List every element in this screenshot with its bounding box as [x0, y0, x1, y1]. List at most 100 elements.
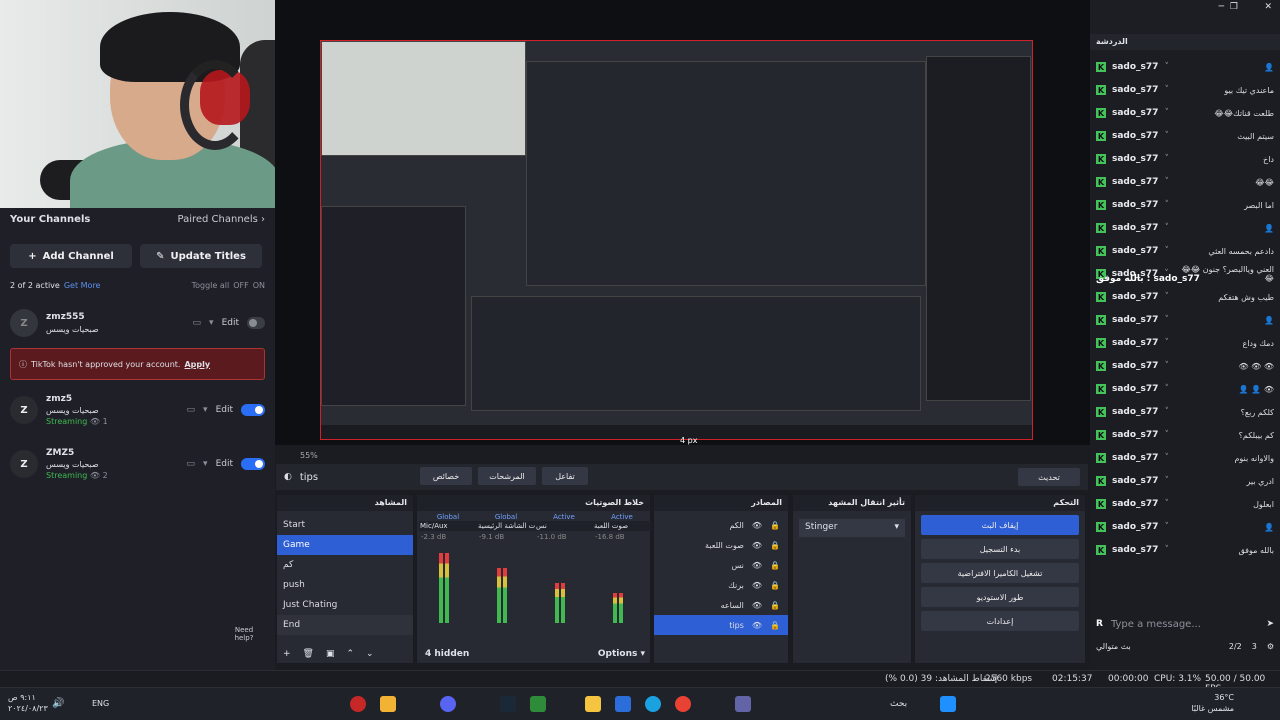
discord-icon[interactable] [440, 696, 456, 712]
toggle-all-on[interactable]: ON [253, 281, 265, 290]
folder-icon[interactable] [585, 696, 601, 712]
chat-username[interactable]: sado_s77 [1112, 292, 1158, 302]
channel-toggle[interactable] [241, 458, 265, 470]
scene-item[interactable]: Game [277, 535, 413, 555]
filters-button[interactable]: المرشحات [478, 467, 536, 485]
controls-dock: التحكم إيقاف البث بدء التسجيل تشغيل الكا… [914, 494, 1086, 664]
toggle-all-label[interactable]: Toggle all [192, 281, 230, 290]
language-indicator[interactable]: ENG [92, 699, 109, 708]
stop-stream-button[interactable]: إيقاف البث [921, 515, 1079, 535]
channel-toggle[interactable] [247, 317, 265, 329]
source-item[interactable]: الكم 👁 🔒 [654, 515, 788, 535]
toggle-all-off[interactable]: OFF [233, 281, 249, 290]
chrome-icon[interactable] [675, 696, 691, 712]
chat-username[interactable]: sado_s77 [1112, 315, 1158, 325]
send-icon[interactable]: ➤ [1266, 619, 1274, 629]
start-recording-button[interactable]: بدء التسجيل [921, 539, 1079, 559]
settings-icon[interactable]: ⚙ [1267, 642, 1274, 651]
hidden-count[interactable]: 4 hidden [425, 649, 469, 659]
restore-button[interactable]: ❐ [1230, 2, 1238, 12]
chat-username[interactable]: sado_s77 [1112, 499, 1158, 509]
add-icon[interactable]: + [283, 649, 291, 659]
teams-icon[interactable] [735, 696, 751, 712]
options-button[interactable]: Options ▾ [598, 649, 645, 659]
chat-input[interactable]: Type a message... [1111, 619, 1201, 630]
channel-toggle[interactable] [241, 404, 265, 416]
add-channel-button[interactable]: + Add Channel [10, 244, 132, 268]
need-help-button[interactable]: Need help? [232, 626, 256, 642]
chat-username[interactable]: sado_s77 [1112, 108, 1158, 118]
search-box[interactable]: بحث [890, 699, 907, 709]
virtual-camera-button[interactable]: تشغيل الكاميرا الافتراضية [921, 563, 1079, 583]
filter-icon[interactable]: ▣ [326, 649, 335, 659]
chat-username[interactable]: sado_s77 [1112, 177, 1158, 187]
edit-button[interactable]: Edit [216, 459, 233, 469]
source-item[interactable]: برنك 👁 🔒 [654, 575, 788, 595]
comment-icon[interactable]: ▭ [187, 459, 196, 469]
minecraft-icon[interactable] [530, 696, 546, 712]
scene-item[interactable]: End [277, 615, 413, 635]
chat-username[interactable]: sado_s77 [1112, 200, 1158, 210]
preview-canvas[interactable] [320, 40, 1033, 440]
source-item[interactable]: نس 👁 🔒 [654, 555, 788, 575]
source-item[interactable]: الساعه 👁 🔒 [654, 595, 788, 615]
edit-button[interactable]: Edit [216, 405, 233, 415]
down-icon[interactable]: ⌄ [366, 649, 374, 659]
eye-icon: 👁 [751, 580, 763, 590]
chat-username[interactable]: sado_s77 [1112, 338, 1158, 348]
chat-username[interactable]: sado_s77 [1112, 154, 1158, 164]
steam-icon[interactable] [500, 696, 516, 712]
chat-username[interactable]: sado_s77 [1112, 476, 1158, 486]
settings-button[interactable]: إعدادات [921, 611, 1079, 631]
emote-icon[interactable]: R [1096, 619, 1103, 629]
chat-username[interactable]: sado_s77 [1112, 430, 1158, 440]
chevron-down-icon[interactable]: ▾ [209, 318, 214, 328]
obs-icon[interactable] [350, 696, 366, 712]
chat-username[interactable]: sado_s77 [1112, 453, 1158, 463]
chat-username[interactable]: sado_s77 [1112, 85, 1158, 95]
studio-mode-button[interactable]: طور الاستوديو [921, 587, 1079, 607]
chevron-down-icon[interactable]: ▾ [203, 459, 208, 469]
paired-channels-link[interactable]: Paired Channels › [177, 214, 265, 225]
mixer-channel: Global صوت الشاشة الرئيسية -9.1 dB [477, 513, 535, 631]
chat-username[interactable]: sado_s77 [1112, 361, 1158, 371]
chat-username[interactable]: sado_s77 [1112, 223, 1158, 233]
apply-link[interactable]: Apply [184, 360, 210, 369]
weather-widget[interactable]: 36°C مشمس غالبًا [1191, 692, 1234, 714]
source-item[interactable]: tips 👁 🔒 [654, 615, 788, 635]
app-icon[interactable] [380, 696, 396, 712]
windows-start-icon[interactable] [940, 696, 956, 712]
edge-icon[interactable] [645, 696, 661, 712]
trash-icon[interactable]: 🗑 [303, 649, 314, 659]
update-titles-button[interactable]: ✎ Update Titles [140, 244, 262, 268]
chat-username[interactable]: sado_s77 [1112, 62, 1158, 72]
clock[interactable]: ٩:١١ ص ٢٠٢٤/٠٨/٢٣ [8, 692, 48, 714]
chat-username[interactable]: sado_s77 [1112, 407, 1158, 417]
zoom-level[interactable]: 55% [300, 451, 318, 460]
scene-item[interactable]: كم [277, 555, 413, 575]
refresh-button[interactable]: تحديث [1018, 468, 1080, 486]
chat-username[interactable]: sado_s77 [1112, 522, 1158, 532]
transition-select[interactable]: Stinger ▾ [799, 519, 905, 537]
edit-button[interactable]: Edit [222, 318, 239, 328]
chat-username[interactable]: sado_s77 [1112, 131, 1158, 141]
interact-button[interactable]: تفاعل [542, 467, 588, 485]
scene-item[interactable]: push [277, 575, 413, 595]
comment-icon[interactable]: ▭ [193, 318, 202, 328]
chevron-down-icon[interactable]: ▾ [203, 405, 208, 415]
properties-button[interactable]: خصائص [420, 467, 472, 485]
volume-icon[interactable]: 🔊 [52, 698, 64, 709]
comment-icon[interactable]: ▭ [187, 405, 196, 415]
minimize-button[interactable]: ─ [1219, 2, 1224, 12]
source-item[interactable]: صوت اللعبة 👁 🔒 [654, 535, 788, 555]
scene-item[interactable]: Start [277, 515, 413, 535]
store-icon[interactable] [615, 696, 631, 712]
tiktok-warning: ⓘ TikTok hasn't approved your account. A… [10, 348, 265, 380]
scene-item[interactable]: Just Chating [277, 595, 413, 615]
close-button[interactable]: ✕ [1264, 2, 1272, 12]
chat-username[interactable]: sado_s77 [1112, 246, 1158, 256]
up-icon[interactable]: ⌃ [347, 649, 355, 659]
chat-username[interactable]: sado_s77 [1112, 384, 1158, 394]
chat-username[interactable]: sado_s77 [1112, 545, 1158, 555]
get-more-link[interactable]: Get More [64, 281, 101, 290]
